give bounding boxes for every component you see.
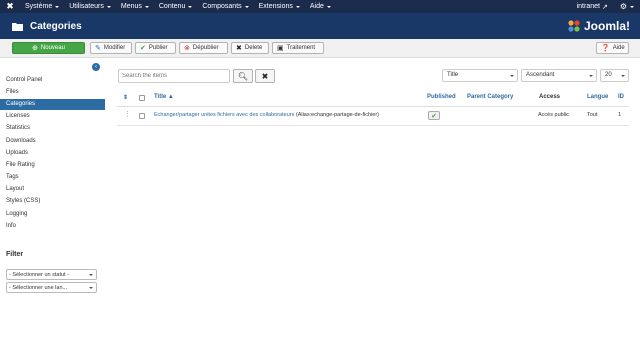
publish-button[interactable]: ✔ Publier <box>135 42 176 54</box>
menu-menus[interactable]: Menus <box>116 0 154 13</box>
joomla-logo-icon <box>568 20 580 32</box>
row-alias: (Alias:echange-partage-de-fichier) <box>295 112 380 118</box>
column-language[interactable]: Langue <box>587 94 608 100</box>
column-id[interactable]: ID <box>618 94 624 100</box>
published-toggle[interactable]: ✔ <box>428 111 440 120</box>
check-icon: ✔ <box>431 112 437 120</box>
table-header-divider <box>117 106 629 107</box>
caret-down-icon <box>89 274 93 276</box>
top-navbar: ✖ Système Utilisateurs Menus Contenu Com… <box>0 0 640 13</box>
row-title-cell: Echanger/partager unites fichiers avec d… <box>154 112 379 118</box>
close-icon: ✖ <box>261 71 269 81</box>
edit-button[interactable]: ✎ Modifier <box>90 42 132 54</box>
row-access: Accès public <box>538 112 569 118</box>
caret-down-icon <box>89 287 93 289</box>
list-limit-select[interactable]: 20 <box>600 69 629 82</box>
sidebar-item-logging[interactable]: Logging <box>0 209 105 220</box>
batch-button[interactable]: ▣ Traitement <box>272 42 324 54</box>
unpublish-button[interactable]: ⊗ Dépublier <box>179 42 228 54</box>
external-link-icon: ↗ <box>601 3 608 11</box>
menu-contenu[interactable]: Contenu <box>154 0 197 13</box>
sidebar-item-statistics[interactable]: Statistics <box>0 123 105 134</box>
select-all-checkbox[interactable] <box>139 95 145 101</box>
user-menu[interactable]: ⚙ <box>614 0 640 13</box>
filter-status-select[interactable]: - Sélectionner un statut - <box>6 269 97 280</box>
help-icon: ❓ <box>601 44 610 52</box>
column-title[interactable]: Title ▲ <box>154 94 174 100</box>
row-checkbox[interactable] <box>139 113 145 119</box>
row-title-link[interactable]: Echanger/partager unites fichiers avec d… <box>154 112 294 118</box>
menu-composants[interactable]: Composants <box>197 0 253 13</box>
row-id: 1 <box>618 112 622 118</box>
menu-utilisateurs[interactable]: Utilisateurs <box>64 0 116 13</box>
page-title: Categories <box>30 20 82 32</box>
sidebar-item-layout[interactable]: Layout <box>0 184 105 195</box>
toolbar: ⊕ Nouveau ✎ Modifier ✔ Publier ⊗ Dépublier ✖… <box>0 39 640 58</box>
new-button[interactable]: ⊕ Nouveau <box>12 42 85 54</box>
search-input[interactable] <box>118 69 230 83</box>
order-by-select[interactable]: Title <box>442 69 518 82</box>
joomla-logo: Joomla! <box>567 19 630 33</box>
order-direction-select[interactable]: Ascendant <box>521 69 597 82</box>
sidebar-item-files[interactable]: Files <box>0 87 105 98</box>
caret-down-icon <box>106 5 111 8</box>
caret-down-icon <box>510 75 514 77</box>
edit-icon: ✎ <box>95 44 101 52</box>
column-parent-category[interactable]: Parent Category <box>467 94 513 100</box>
sidebar: ‹ Control Panel Files Categories License… <box>0 58 105 341</box>
caret-down-icon <box>295 5 300 8</box>
clear-search-button[interactable]: ✖ <box>255 69 275 83</box>
page-header: Categories Joomla! <box>0 13 640 39</box>
menu-extensions[interactable]: Extensions <box>254 0 305 13</box>
menu-systeme[interactable]: Système <box>20 0 64 13</box>
caret-down-icon <box>244 5 249 8</box>
sidebar-item-styles[interactable]: Styles (CSS) <box>0 196 105 207</box>
joomla-icon[interactable]: ✖ <box>0 0 20 13</box>
site-link[interactable]: intranet ↗ <box>571 0 614 13</box>
search-button[interactable]: 🔍︎ <box>233 69 253 83</box>
drag-handle-icon[interactable]: ⋮ <box>124 110 131 118</box>
sidebar-item-categories[interactable]: Categories <box>0 99 105 110</box>
check-icon: ✔ <box>140 44 146 52</box>
filter-title: Filter <box>6 251 24 258</box>
sidebar-item-control-panel[interactable]: Control Panel <box>0 75 105 86</box>
sidebar-item-tags[interactable]: Tags <box>0 172 105 183</box>
delete-button[interactable]: ✖ Delete <box>231 42 269 54</box>
filter-language-select[interactable]: - Sélectionner une lan... <box>6 282 97 293</box>
sidebar-item-licenses[interactable]: Licenses <box>0 111 105 122</box>
folder-icon <box>12 21 24 31</box>
caret-down-icon <box>188 5 193 8</box>
sidebar-item-info[interactable]: Info <box>0 221 105 232</box>
column-access: Access <box>539 94 561 100</box>
sidebar-item-file-rating[interactable]: File Rating <box>0 160 105 171</box>
caret-down-icon <box>630 5 634 8</box>
sidebar-toggle-icon[interactable]: ‹ <box>92 63 100 71</box>
caret-down-icon <box>144 5 149 8</box>
delete-icon: ✖ <box>236 44 242 52</box>
column-published[interactable]: Published <box>427 94 456 100</box>
caret-down-icon <box>621 75 625 77</box>
caret-down-icon <box>55 5 60 8</box>
batch-icon: ▣ <box>277 44 284 52</box>
unpublish-icon: ⊗ <box>184 44 190 52</box>
sort-asc-icon: ▲ <box>167 94 174 100</box>
table-row-divider <box>117 125 629 126</box>
row-language: Tout <box>587 112 598 118</box>
sidebar-item-uploads[interactable]: Uploads <box>0 148 105 159</box>
sidebar-item-downloads[interactable]: Downloads <box>0 136 105 147</box>
sort-ordering-icon[interactable]: ⇕ <box>123 94 128 101</box>
search-icon: 🔍︎ <box>237 71 249 81</box>
plus-circle-icon: ⊕ <box>32 44 38 52</box>
caret-down-icon <box>326 5 331 8</box>
menu-aide[interactable]: Aide <box>305 0 336 13</box>
caret-down-icon <box>589 75 593 77</box>
help-button[interactable]: ❓ Aide <box>596 42 629 54</box>
gear-icon: ⚙ <box>619 2 627 11</box>
